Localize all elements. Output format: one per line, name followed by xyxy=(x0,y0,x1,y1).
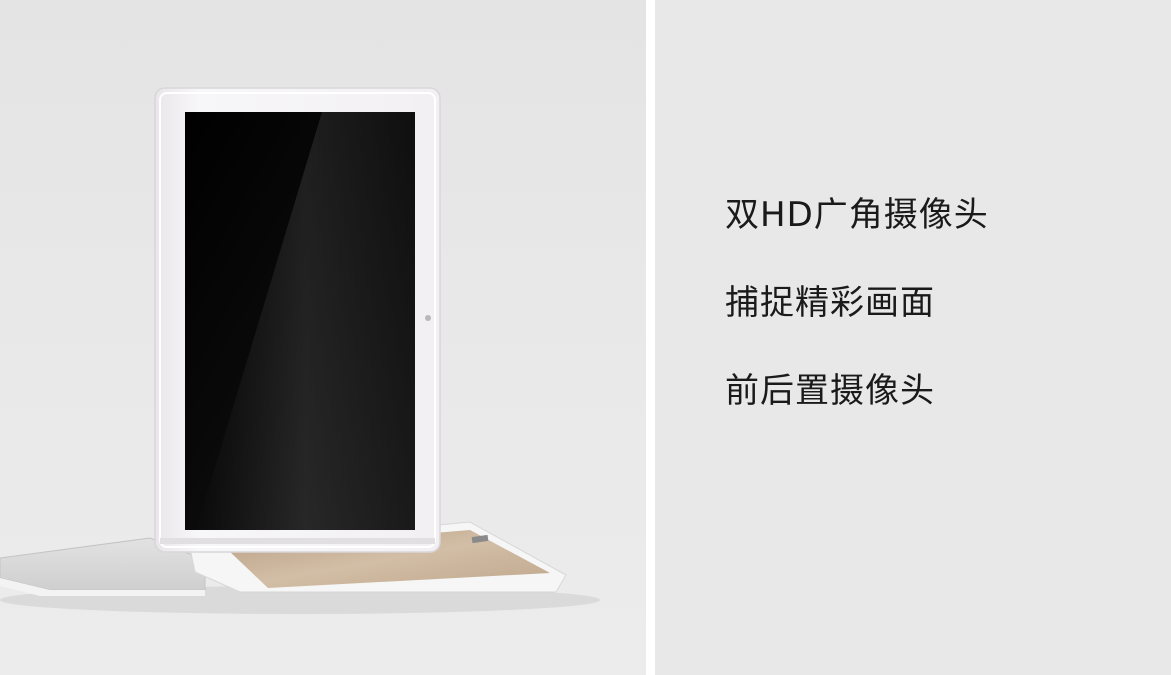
tablet-product-photo xyxy=(0,87,600,614)
product-photo-panel xyxy=(0,0,646,675)
feature-text-panel: 双HD广角摄像头 捕捉精彩画面 前后置摄像头 xyxy=(655,0,1171,675)
feature-line-dual-hd-camera: 双HD广角摄像头 xyxy=(725,195,989,235)
panel-divider xyxy=(646,0,655,675)
feature-line-front-rear-camera: 前后置摄像头 xyxy=(725,371,935,411)
feature-line-capture-moments: 捕捉精彩画面 xyxy=(725,283,935,323)
feature-list: 双HD广角摄像头 捕捉精彩画面 前后置摄像头 xyxy=(725,190,989,454)
page-canvas: 双HD广角摄像头 捕捉精彩画面 前后置摄像头 xyxy=(0,0,1171,675)
front-camera xyxy=(425,315,431,321)
